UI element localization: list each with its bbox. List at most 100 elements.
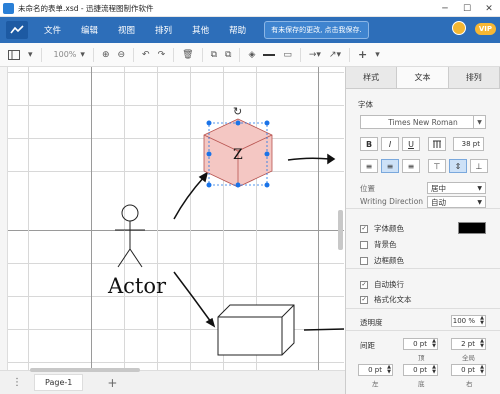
stepper-icon: ▲ ▼ [480,315,484,326]
to-back-icon[interactable]: ⧉ [225,50,231,60]
align-right-icon[interactable]: ≡ [402,159,420,173]
checkmark-icon: ✓ [360,280,368,289]
horizontal-scrollbar[interactable] [30,368,140,372]
maximize-button[interactable]: ☐ [456,0,478,17]
word-wrap-checkbox[interactable]: ✓ 自动换行 [360,279,404,290]
font-color-checkbox[interactable]: ✓ 字体颜色 [360,223,404,234]
add-page-button[interactable]: + [107,376,117,390]
chevron-down-icon: ▼ [477,184,482,192]
italic-button[interactable]: I [381,137,399,151]
diagram-shapes: ↻ [115,105,344,356]
menu-other[interactable]: 其他 [192,24,209,36]
undo-icon[interactable]: ↶ [142,50,150,60]
spacing-top-input[interactable]: 0 pt ▲ ▼ [403,338,438,350]
chevron-down-icon[interactable]: ▾ [80,50,85,60]
font-family-select[interactable]: Times New Roman ▼ [360,115,486,129]
zoom-in-icon[interactable]: ⊕ [102,50,110,60]
line-color-icon[interactable] [263,53,276,56]
page-view-icon[interactable] [8,49,20,60]
background-color-checkbox[interactable]: 背景色 [360,239,397,250]
vertical-scrollbar[interactable] [338,210,343,250]
opacity-section: 透明度 100 % ▲ ▼ [346,309,500,331]
app-logo-icon [6,21,28,39]
toolbar-divider [133,47,135,62]
align-bottom-icon[interactable]: ⊥ [470,159,488,173]
page-menu-icon[interactable]: ⋮ [12,377,22,388]
zoom-select[interactable]: 100% [54,50,77,59]
spacing-bottom-input[interactable]: 0 pt ▲ ▼ [403,364,438,376]
diagram-canvas[interactable]: ↻ Actor Z [8,67,344,370]
checkbox-box [360,256,368,265]
tab-arrange[interactable]: 排列 [448,67,500,88]
box-shape[interactable] [217,304,295,356]
spacing-left-input[interactable]: 0 pt ▲ ▼ [358,364,393,376]
formatted-text-label: 格式化文本 [374,295,412,304]
stepper-icon: ▲ ▼ [432,364,436,375]
zoom-out-icon[interactable]: ⊖ [117,50,125,60]
stepper-icon: ▲ ▼ [480,364,484,375]
unsaved-changes-button[interactable]: 有未保存的更改, 点击我保存. [264,21,369,39]
spacing-label: 间距 [360,341,375,350]
toolbar-divider [299,47,301,62]
vip-badge[interactable]: VIP [474,23,496,35]
user-avatar-icon[interactable] [452,21,466,35]
position-value: 居中 [431,183,446,193]
color-section: ✓ 字体颜色 背景色 边框颜色 [346,209,500,269]
connector-arrow[interactable] [173,171,209,220]
font-size-input[interactable]: 38 pt [453,137,484,151]
toolbar-divider [92,47,94,62]
writing-direction-select[interactable]: 自动 ▼ [427,196,486,208]
page-tab[interactable]: Page-1 [34,374,84,391]
menu-edit[interactable]: 编辑 [81,24,98,36]
redo-icon[interactable]: ↷ [158,50,166,60]
connector-arrow[interactable] [287,153,336,165]
background-color-label: 背景色 [374,240,397,249]
cube-label[interactable]: Z [233,147,243,163]
format-panel: 样式 文本 排列 字体 Times New Roman ▼ B I U 38 p… [345,67,500,394]
bold-button[interactable]: B [360,137,378,151]
menu-arrange[interactable]: 排列 [155,24,172,36]
spacing-right-input[interactable]: 0 pt ▲ ▼ [451,364,486,376]
actor-label[interactable]: Actor [108,274,166,298]
opacity-input[interactable]: 100 % ▲ ▼ [451,315,486,327]
actor-shape[interactable] [115,204,145,268]
shadow-icon[interactable]: ▭ [283,50,292,60]
vertical-text-icon[interactable] [428,137,446,151]
fill-color-icon[interactable]: ◈ [248,50,255,60]
font-color-swatch[interactable] [458,222,486,234]
minimize-button[interactable]: ─ [434,0,456,17]
spacing-global-input[interactable]: 2 pt ▲ ▼ [451,338,486,350]
align-top-icon[interactable]: ⊤ [428,159,446,173]
tab-style[interactable]: 样式 [346,67,398,88]
menu-bar: 文件 编辑 视图 排列 其他 帮助 有未保存的更改, 点击我保存. VIP [0,17,500,43]
chevron-down-icon[interactable]: ▾ [375,50,380,60]
align-left-icon[interactable]: ≡ [360,159,378,173]
position-select[interactable]: 居中 ▼ [427,182,486,194]
connector-arrow[interactable] [173,271,216,328]
opacity-value: 100 % [452,317,475,325]
font-family-value: Times New Roman [388,117,458,127]
tab-text[interactable]: 文本 [397,67,449,88]
chevron-down-icon: ▼ [473,116,485,128]
spacing-section: 间距 0 pt ▲ ▼ 2 pt ▲ ▼ 顶 全局 0 pt ▲ ▼ 0 pt ▲ ▼ … [346,331,500,394]
menu-help[interactable]: 帮助 [229,24,246,36]
rotate-handle-icon[interactable]: ↻ [233,105,242,118]
word-wrap-label: 自动换行 [374,280,404,289]
insert-icon[interactable]: + [358,48,367,61]
close-button[interactable]: ✕ [478,0,500,17]
connector-line[interactable] [303,328,344,331]
align-middle-icon[interactable]: ⇕ [449,159,467,173]
stepper-icon: ▲ ▼ [480,338,484,349]
menu-file[interactable]: 文件 [44,24,61,36]
chevron-down-icon[interactable]: ▾ [28,50,33,60]
underline-button[interactable]: U [402,137,420,151]
align-center-icon[interactable]: ≡ [381,159,399,173]
waypoints-icon[interactable]: ↗▾ [329,50,341,60]
connector-icon[interactable]: →▾ [309,50,321,60]
formatted-text-checkbox[interactable]: ✓ 格式化文本 [360,294,412,305]
menu-view[interactable]: 视图 [118,24,135,36]
delete-icon[interactable]: 🗑 [182,50,193,60]
border-color-checkbox[interactable]: 边框颜色 [360,255,404,266]
stepper-icon: ▲ ▼ [387,364,391,375]
to-front-icon[interactable]: ⧉ [211,50,217,60]
